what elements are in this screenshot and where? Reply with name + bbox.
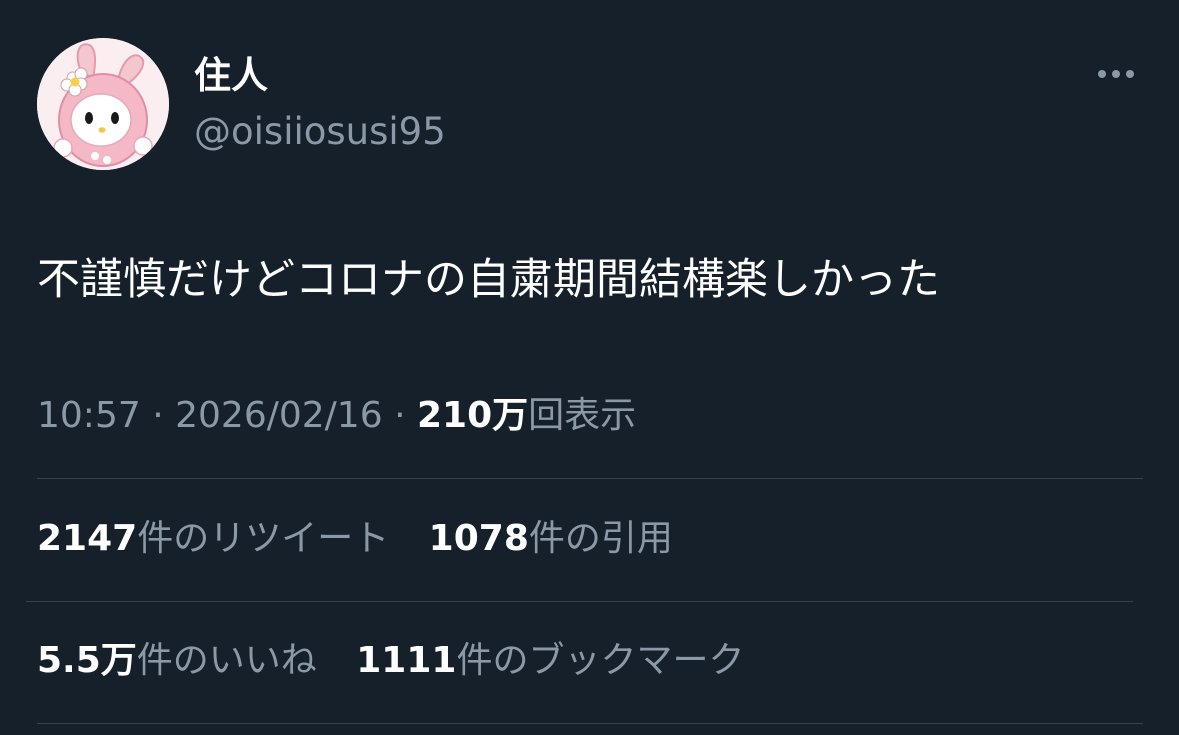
more-options-dots-icon: [1098, 70, 1106, 78]
likes-label: 件のいいね: [136, 640, 317, 681]
divider: [37, 723, 1143, 724]
display-name[interactable]: 住人: [194, 52, 268, 100]
bookmarks-stat[interactable]: 1111件のブックマーク: [356, 637, 744, 685]
user-handle[interactable]: @oisiiosusi95: [194, 108, 446, 156]
tweet-meta: 10:57 · 2026/02/16 · 210万回表示: [37, 392, 636, 440]
bookmarks-count: 1111: [356, 640, 457, 681]
tweet-time[interactable]: 10:57: [37, 395, 141, 436]
tweet-text: 不謹慎だけどコロナの自粛期間結構楽しかった: [37, 255, 940, 305]
quotes-stat[interactable]: 1078件の引用: [429, 515, 673, 563]
tweet-date[interactable]: 2026/02/16: [175, 395, 383, 436]
pink-bunny-hood-character-icon: [37, 38, 169, 170]
stats-row-reposts: 2147件のリツイート 1078件の引用: [37, 515, 701, 563]
likes-count: 5.5万: [37, 640, 137, 681]
divider: [37, 478, 1143, 479]
views-count: 210万: [416, 395, 529, 436]
quotes-label: 件の引用: [528, 518, 673, 559]
tweet-detail: 住人 @oisiiosusi95 不謹慎だけどコロナの自粛期間結構楽しかった 1…: [0, 0, 1179, 735]
more-options-button[interactable]: [1090, 56, 1142, 92]
views-label: 回表示: [528, 395, 637, 436]
meta-separator: ·: [394, 395, 406, 436]
stats-row-likes: 5.5万件のいいね 1111件のブックマーク: [37, 637, 772, 685]
bookmarks-label: 件のブックマーク: [456, 640, 745, 681]
divider: [26, 601, 1133, 602]
more-options-dots-icon: [1112, 70, 1120, 78]
avatar[interactable]: [37, 38, 169, 170]
meta-separator: ·: [152, 395, 164, 436]
retweets-count: 2147: [37, 518, 138, 559]
quotes-count: 1078: [428, 518, 529, 559]
retweets-stat[interactable]: 2147件のリツイート: [37, 515, 389, 563]
more-options-dots-icon: [1126, 70, 1134, 78]
likes-stat[interactable]: 5.5万件のいいね: [37, 637, 317, 685]
retweets-label: 件のリツイート: [137, 518, 390, 559]
